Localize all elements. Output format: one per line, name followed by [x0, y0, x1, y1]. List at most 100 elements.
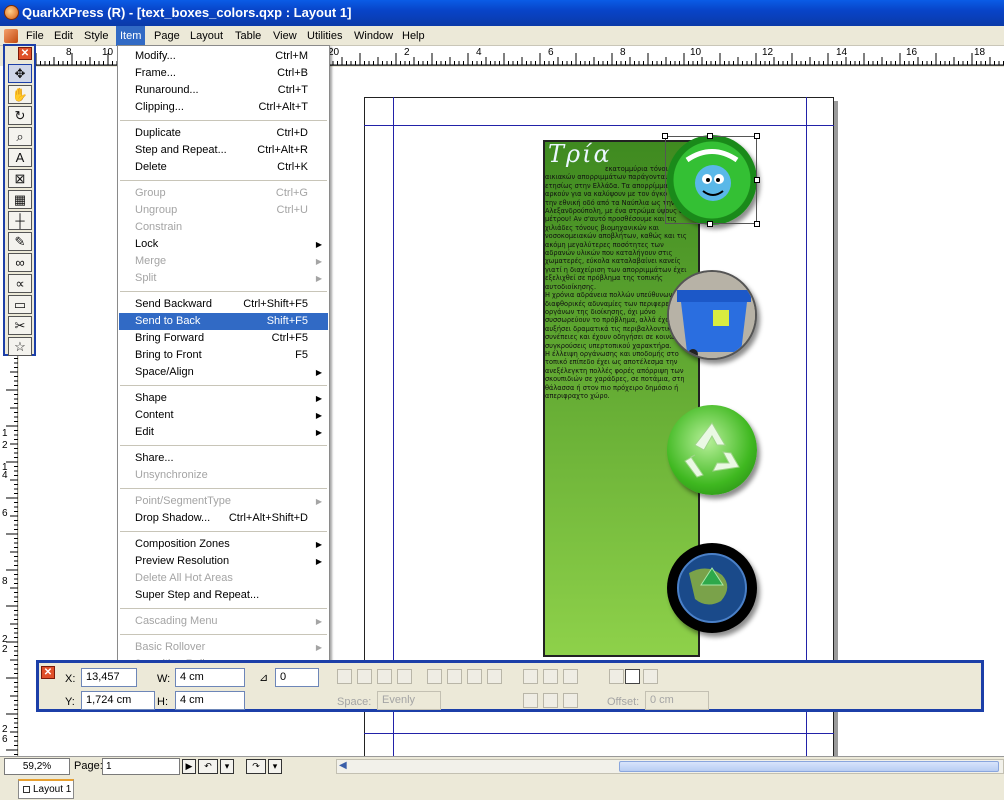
align-right-icon[interactable]: [377, 669, 392, 684]
align-left-icon[interactable]: [337, 669, 352, 684]
picture-box-tool-icon[interactable]: ⊠: [8, 169, 32, 188]
document-system-icon[interactable]: [4, 29, 18, 43]
menu-item-bring-to-front[interactable]: Bring to Front F5: [119, 347, 328, 364]
menu-item-space-align[interactable]: Space/Align ▶: [119, 364, 328, 381]
tab-layout-1[interactable]: Layout 1: [18, 779, 74, 799]
menu-item-duplicate[interactable]: Duplicate Ctrl+D: [119, 125, 328, 142]
lock-icon[interactable]: [397, 669, 412, 684]
menu-table[interactable]: Table: [231, 26, 265, 46]
scissors-tool-icon[interactable]: ✂: [8, 316, 32, 335]
y-position-field[interactable]: 1,724 cm: [81, 691, 155, 710]
rotate-tool-icon[interactable]: ↻: [8, 106, 32, 125]
menu-item-drop-shadow[interactable]: Drop Shadow... Ctrl+Alt+Shift+D: [119, 510, 328, 527]
menu-item-edit[interactable]: Edit ▶: [119, 424, 328, 441]
line-tool-icon[interactable]: ┼: [8, 211, 32, 230]
menu-item-unsynchronize[interactable]: Unsynchronize: [119, 467, 328, 484]
space-top-icon[interactable]: [523, 693, 538, 708]
recycle-symbol-image[interactable]: [667, 405, 757, 495]
spread-relative-icon[interactable]: [643, 669, 658, 684]
page-next-icon[interactable]: ▶: [182, 759, 196, 774]
space-bottom-icon[interactable]: [563, 693, 578, 708]
selection-handle[interactable]: [662, 133, 668, 139]
menu-item-constrain[interactable]: Constrain: [119, 219, 328, 236]
redo-icon[interactable]: ↷: [246, 759, 266, 774]
pan-hand-tool-icon[interactable]: ✋: [8, 85, 32, 104]
horizontal-scrollbar[interactable]: ◀: [336, 759, 1004, 774]
menu-item-delete-all-hot-areas[interactable]: Delete All Hot Areas: [119, 570, 328, 587]
selection-handle[interactable]: [707, 221, 713, 227]
zoom-level-field[interactable]: 59,2%: [4, 758, 70, 775]
menu-item-runaround[interactable]: Runaround... Ctrl+T: [119, 82, 328, 99]
offset-field[interactable]: 0 cm: [645, 691, 709, 710]
menu-utilities[interactable]: Utilities: [303, 26, 346, 46]
menu-edit[interactable]: Edit: [50, 26, 77, 46]
menu-item-step-and-repeat[interactable]: Step and Repeat... Ctrl+Alt+R: [119, 142, 328, 159]
recycling-bin-image[interactable]: [667, 270, 757, 360]
menu-item-modify[interactable]: Modify... Ctrl+M: [119, 48, 328, 65]
zoom-tool-icon[interactable]: ⌕: [8, 127, 32, 146]
menu-item-lock[interactable]: Lock ▶: [119, 236, 328, 253]
selection-handle[interactable]: [754, 133, 760, 139]
menu-style[interactable]: Style: [80, 26, 112, 46]
undo-dropdown-icon[interactable]: ▾: [220, 759, 234, 774]
distribute-right-icon[interactable]: [467, 669, 482, 684]
menu-item-merge[interactable]: Merge ▶: [119, 253, 328, 270]
page-relative-icon[interactable]: [625, 669, 640, 684]
menu-item-super-step-and-repeat[interactable]: Super Step and Repeat...: [119, 587, 328, 604]
menu-item-cascading-menu[interactable]: Cascading Menu ▶: [119, 613, 328, 630]
menu-item-preview-resolution[interactable]: Preview Resolution ▶: [119, 553, 328, 570]
width-field[interactable]: 4 cm: [175, 668, 245, 687]
align-top-icon[interactable]: [523, 669, 538, 684]
measurements-close-button[interactable]: ✕: [41, 666, 55, 679]
item-relative-icon[interactable]: [609, 669, 624, 684]
menu-help[interactable]: Help: [398, 26, 429, 46]
scroll-left-icon[interactable]: ◀: [339, 760, 347, 771]
tools-palette-close-button[interactable]: ✕: [18, 47, 32, 60]
menu-window[interactable]: Window: [350, 26, 397, 46]
menu-item-share[interactable]: Share...: [119, 450, 328, 467]
menu-item-content[interactable]: Content ▶: [119, 407, 328, 424]
menu-item-send-to-back[interactable]: Send to Back Shift+F5: [119, 313, 328, 330]
align-center-icon[interactable]: [357, 669, 372, 684]
menu-item-ungroup[interactable]: Ungroup Ctrl+U: [119, 202, 328, 219]
menu-item-bring-forward[interactable]: Bring Forward Ctrl+F5: [119, 330, 328, 347]
space-middle-icon[interactable]: [543, 693, 558, 708]
table-tool-icon[interactable]: ▦: [8, 190, 32, 209]
selection-handle[interactable]: [754, 221, 760, 227]
item-tool-icon[interactable]: ✥: [8, 64, 32, 83]
star-tool-icon[interactable]: ☆: [8, 337, 32, 356]
unlinking-tool-icon[interactable]: ∝: [8, 274, 32, 293]
menu-item-shape[interactable]: Shape ▶: [119, 390, 328, 407]
align-middle-icon[interactable]: [543, 669, 558, 684]
linking-tool-icon[interactable]: ∞: [8, 253, 32, 272]
distribute-center-icon[interactable]: [447, 669, 462, 684]
angle-field[interactable]: 0: [275, 668, 319, 687]
menu-item-group[interactable]: Group Ctrl+G: [119, 185, 328, 202]
menu-layout[interactable]: Layout: [186, 26, 227, 46]
space-dropdown[interactable]: Evenly: [377, 691, 441, 710]
menu-item-point-segment-type[interactable]: Point/SegmentType ▶: [119, 493, 328, 510]
menu-view[interactable]: View: [269, 26, 301, 46]
menu-item-clipping[interactable]: Clipping... Ctrl+Alt+T: [119, 99, 328, 116]
page-number-field[interactable]: 1: [102, 758, 180, 775]
selection-bounding-box[interactable]: [665, 136, 757, 224]
selection-handle[interactable]: [707, 133, 713, 139]
menu-item[interactable]: Item: [116, 26, 146, 46]
composition-zones-tool-icon[interactable]: ▭: [8, 295, 32, 314]
menu-item-composition-zones[interactable]: Composition Zones ▶: [119, 536, 328, 553]
distribute-left-icon[interactable]: [427, 669, 442, 684]
x-position-field[interactable]: 13,457 cm: [81, 668, 137, 700]
menu-item-split[interactable]: Split ▶: [119, 270, 328, 287]
bezier-pen-tool-icon[interactable]: ✎: [8, 232, 32, 251]
menu-page[interactable]: Page: [150, 26, 184, 46]
menu-file[interactable]: File: [22, 26, 48, 46]
earth-recycle-image[interactable]: [667, 543, 757, 633]
undo-icon[interactable]: ↶: [198, 759, 218, 774]
text-box-tool-icon[interactable]: A: [8, 148, 32, 167]
redo-dropdown-icon[interactable]: ▾: [268, 759, 282, 774]
align-bottom-icon[interactable]: [563, 669, 578, 684]
height-field[interactable]: 4 cm: [175, 691, 245, 710]
menu-item-basic-rollover[interactable]: Basic Rollover ▶: [119, 639, 328, 656]
distribute-even-icon[interactable]: [487, 669, 502, 684]
selection-handle[interactable]: [754, 177, 760, 183]
